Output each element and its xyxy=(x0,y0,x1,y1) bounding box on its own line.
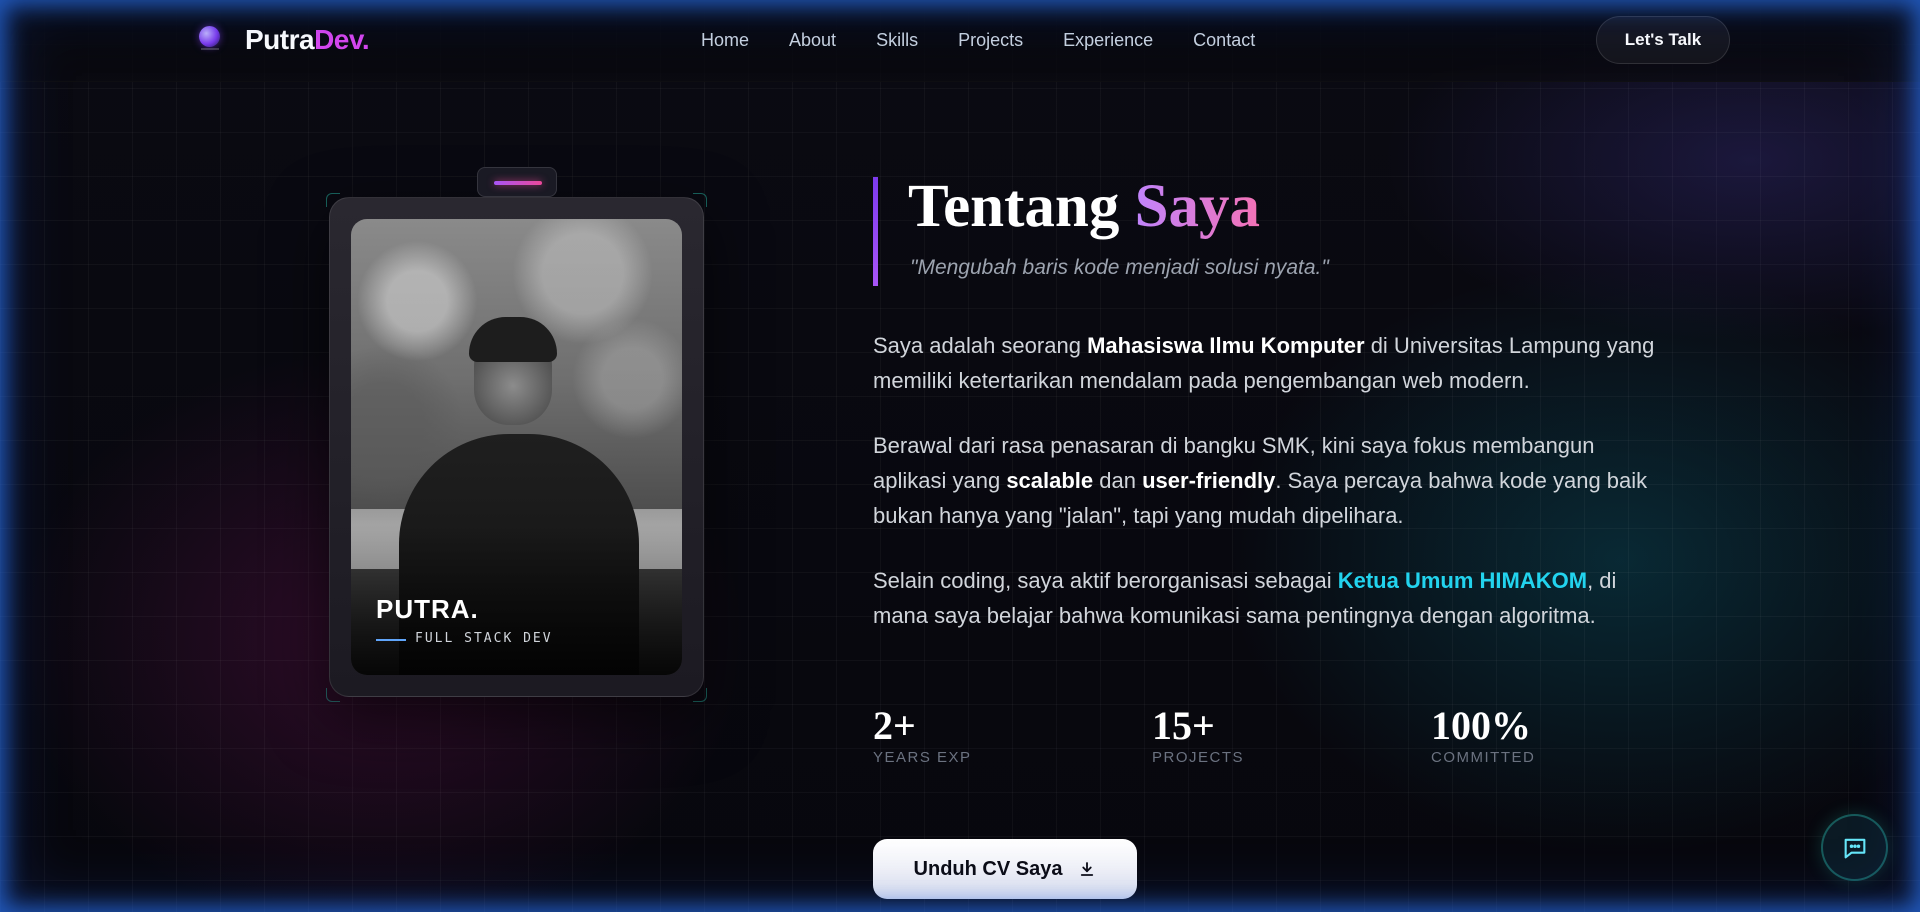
chat-icon xyxy=(1844,838,1865,858)
card-clip-light xyxy=(494,181,542,185)
title-accent-bar xyxy=(873,177,878,286)
page-title: Tentang Saya xyxy=(908,172,1260,242)
brand-main: Putra xyxy=(245,24,315,55)
p2-text-c: dan xyxy=(1093,468,1143,493)
p2-bold-scalable: scalable xyxy=(1006,468,1094,493)
nav-link-experience[interactable]: Experience xyxy=(1063,30,1153,51)
brand-logo[interactable]: PutraDev. xyxy=(245,24,370,56)
p3-text-a: Selain coding, saya aktif berorganisasi … xyxy=(873,568,1338,593)
tagline: "Mengubah baris kode menjadi solusi nyat… xyxy=(910,256,1329,279)
stat-committed-value: 100% xyxy=(1431,703,1531,748)
p1-bold: Mahasiswa Ilmu Komputer xyxy=(1087,333,1365,358)
about-paragraph-3: Selain coding, saya aktif berorganisasi … xyxy=(873,563,1673,633)
p2-bold-user-friendly: user-friendly xyxy=(1142,468,1276,493)
nav-link-projects[interactable]: Projects xyxy=(958,30,1023,51)
chat-button[interactable] xyxy=(1821,814,1888,881)
stat-projects-label: PROJECTS xyxy=(1152,749,1245,766)
nav-link-contact[interactable]: Contact xyxy=(1193,30,1255,51)
p1-text-a: Saya adalah seorang xyxy=(873,333,1088,358)
profile-photo: PUTRA. FULL STACK DEV xyxy=(351,219,682,675)
download-icon xyxy=(1081,862,1094,876)
logo-orb-icon[interactable] xyxy=(199,26,220,47)
nav-link-skills[interactable]: Skills xyxy=(876,30,918,51)
logo-caption-line xyxy=(201,48,219,50)
lets-talk-button[interactable]: Let's Talk xyxy=(1596,16,1730,64)
title-accent: Saya xyxy=(1134,173,1261,240)
card-name: PUTRA. xyxy=(376,594,479,624)
top-navbar: PutraDev. Home About Skills Projects Exp… xyxy=(0,0,1920,82)
stat-years-label: YEARS EXP xyxy=(873,749,972,766)
stat-committed-label: COMMITTED xyxy=(1431,749,1536,766)
card-role-divider xyxy=(376,639,406,641)
card-clip-tab xyxy=(477,167,557,197)
stat-projects-value: 15+ xyxy=(1152,703,1215,748)
stat-years-value: 2+ xyxy=(873,703,916,748)
card-role: FULL STACK DEV xyxy=(415,631,553,646)
title-main: Tentang xyxy=(908,173,1120,240)
about-paragraph-1: Saya adalah seorang Mahasiswa Ilmu Kompu… xyxy=(873,328,1673,398)
p3-highlight: Ketua Umum HIMAKOM xyxy=(1337,568,1588,593)
nav-link-home[interactable]: Home xyxy=(701,30,749,51)
about-paragraph-2: Berawal dari rasa penasaran di bangku SM… xyxy=(873,428,1673,533)
nav-menu: Home About Skills Projects Experience Co… xyxy=(701,30,1295,51)
nav-link-about[interactable]: About xyxy=(789,30,836,51)
brand-accent: Dev. xyxy=(314,24,370,55)
download-cv-button[interactable]: Unduh CV Saya xyxy=(873,839,1137,899)
download-cv-label: Unduh CV Saya xyxy=(913,857,1063,880)
